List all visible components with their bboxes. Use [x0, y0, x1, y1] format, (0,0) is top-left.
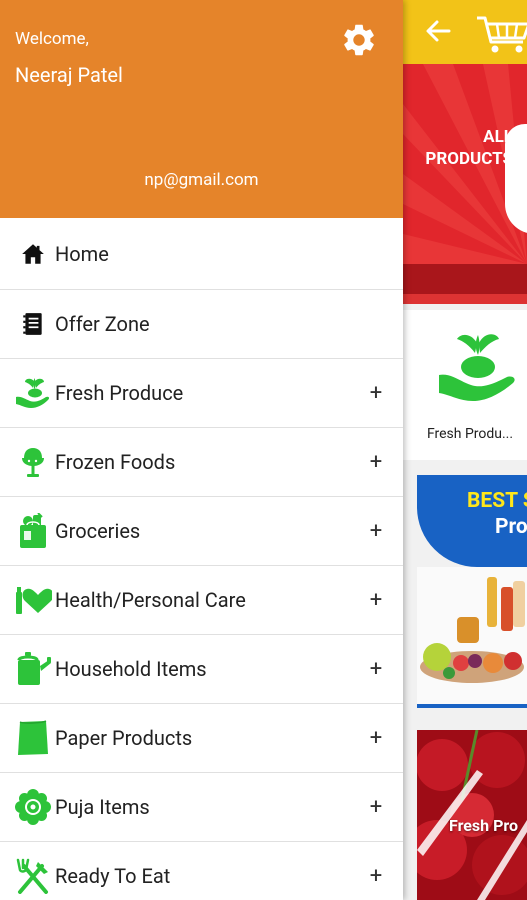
home-icon: [14, 235, 52, 273]
expand-plus-icon[interactable]: +: [364, 450, 388, 475]
menu-item-groceries[interactable]: Groceries +: [0, 497, 403, 566]
category-label: Fresh Produ...: [426, 426, 514, 442]
grocery-bag-icon: [14, 512, 52, 550]
expand-plus-icon[interactable]: +: [364, 726, 388, 751]
menu-item-paper-products[interactable]: Paper Products +: [0, 704, 403, 773]
all-products-banner[interactable]: ALL PRODUCTS: [403, 64, 527, 304]
cart-icon[interactable]: [475, 12, 527, 54]
groceries-illustration: [420, 577, 525, 683]
puja-flower-icon: [14, 788, 52, 826]
cherries-image: [417, 730, 527, 900]
watering-can-icon: [14, 650, 52, 688]
expand-plus-icon[interactable]: +: [364, 657, 388, 682]
drawer-header: Welcome, Neeraj Patel np@gmail.com: [0, 0, 403, 218]
drawer-menu: Home Offer Zone Fresh Produce + Frozen F…: [0, 218, 403, 900]
navigation-drawer: Welcome, Neeraj Patel np@gmail.com Home …: [0, 0, 403, 900]
back-arrow-icon[interactable]: [423, 16, 453, 46]
menu-item-fresh-produce[interactable]: Fresh Produce +: [0, 359, 403, 428]
welcome-text: Welcome,: [15, 29, 89, 49]
category-card-fresh-produce[interactable]: Fresh Produ...: [403, 310, 527, 460]
menu-item-household-items[interactable]: Household Items +: [0, 635, 403, 704]
background-app: ALL PRODUCTS Fresh Produ... BEST S Pro: [403, 0, 527, 900]
menu-item-ready-to-eat[interactable]: Ready To Eat +: [0, 842, 403, 900]
fresh-produce-banner[interactable]: Fresh Pro: [417, 730, 527, 900]
menu-item-label: Fresh Produce: [55, 381, 184, 405]
expand-plus-icon[interactable]: +: [364, 519, 388, 544]
menu-item-home[interactable]: Home: [0, 218, 403, 290]
expand-plus-icon[interactable]: +: [364, 588, 388, 613]
fresh-banner-label: Fresh Pro: [449, 816, 519, 835]
menu-item-offer-zone[interactable]: Offer Zone: [0, 290, 403, 359]
menu-item-puja-items[interactable]: Puja Items +: [0, 773, 403, 842]
user-name: Neeraj Patel: [15, 63, 123, 87]
menu-item-label: Ready To Eat: [55, 864, 171, 888]
menu-item-label: Offer Zone: [55, 312, 150, 336]
paper-icon: [14, 719, 52, 757]
menu-item-health-personal-care[interactable]: Health/Personal Care +: [0, 566, 403, 635]
banner-graphic: [505, 124, 527, 234]
menu-item-label: Health/Personal Care: [55, 588, 246, 612]
fresh-produce-icon: [14, 374, 52, 412]
groceries-image[interactable]: [417, 567, 527, 707]
fork-knife-icon: [14, 857, 52, 895]
screen: ALL PRODUCTS Fresh Produ... BEST S Pro: [0, 0, 527, 900]
promo-line-2: Pro: [495, 515, 527, 539]
expand-plus-icon[interactable]: +: [364, 381, 388, 406]
ice-cream-icon: [14, 443, 52, 481]
user-email: np@gmail.com: [144, 170, 259, 190]
offer-book-icon: [14, 305, 52, 343]
promo-line-1: BEST S: [467, 489, 527, 513]
health-care-icon: [14, 581, 52, 619]
menu-item-frozen-foods[interactable]: Frozen Foods +: [0, 428, 403, 497]
gear-icon[interactable]: [340, 21, 378, 59]
expand-plus-icon[interactable]: +: [364, 864, 388, 889]
best-sellers-banner[interactable]: BEST S Pro: [417, 475, 527, 567]
menu-item-label: Frozen Foods: [55, 450, 176, 474]
fresh-produce-category-icon: [433, 325, 521, 411]
app-toolbar: [403, 0, 527, 64]
expand-plus-icon[interactable]: +: [364, 795, 388, 820]
menu-item-label: Household Items: [55, 657, 207, 681]
menu-item-label: Paper Products: [55, 726, 193, 750]
divider: [417, 704, 527, 708]
menu-item-label: Groceries: [55, 519, 141, 543]
menu-item-label: Home: [55, 241, 109, 266]
menu-item-label: Puja Items: [55, 795, 150, 819]
banner-text: ALL PRODUCTS: [425, 127, 513, 169]
